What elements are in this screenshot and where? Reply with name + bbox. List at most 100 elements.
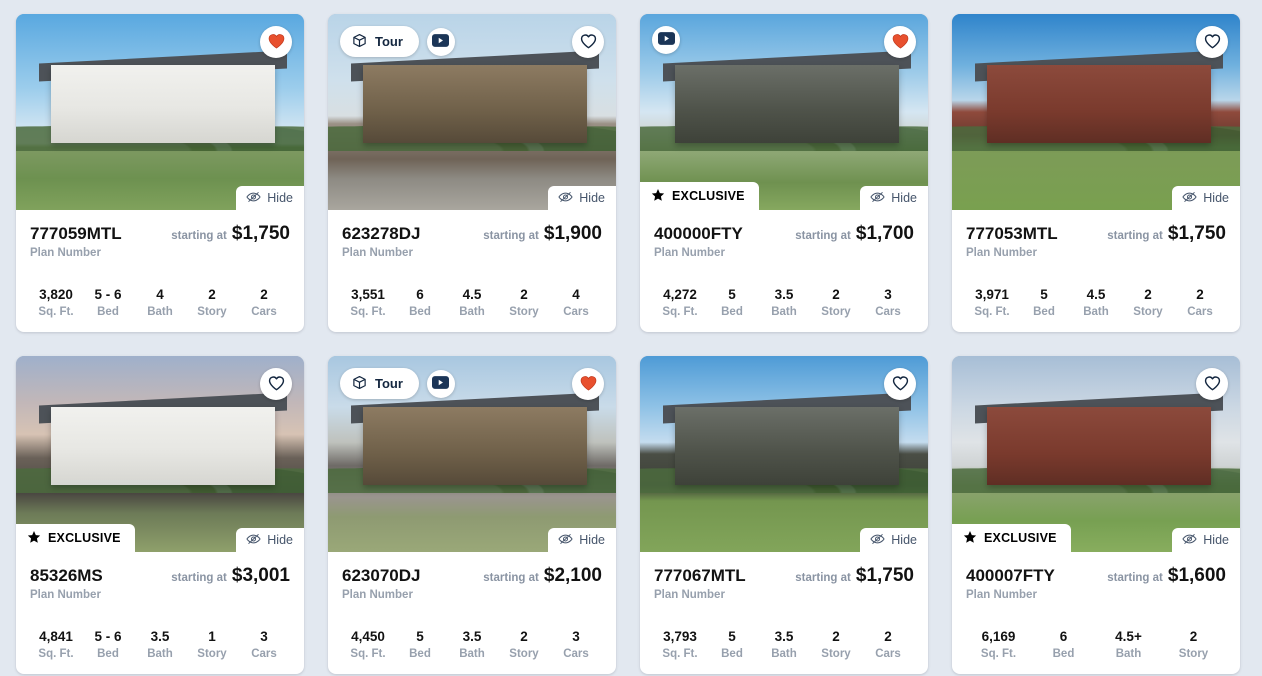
hide-button[interactable]: Hide xyxy=(548,185,616,210)
plan-stat: 2 Cars xyxy=(862,630,914,661)
star-icon xyxy=(651,188,665,205)
house-body-decoration xyxy=(674,64,900,144)
plan-stats-row: 3,551 Sq. Ft. 6 Bed 4.5 Bath 2 Story 4 Cars xyxy=(342,288,602,319)
plan-number[interactable]: 777067MTL xyxy=(654,566,746,586)
plan-number[interactable]: 85326MS xyxy=(30,566,103,586)
house-body-decoration xyxy=(50,406,276,486)
plan-stat: 2 Story xyxy=(186,288,238,319)
media-top-right-controls xyxy=(1196,26,1228,58)
plan-price: starting at $2,100 xyxy=(483,566,602,585)
plan-stat-label: Bath xyxy=(459,648,485,661)
favorite-button[interactable] xyxy=(260,368,292,400)
favorite-button-active[interactable] xyxy=(884,26,916,58)
hide-button[interactable]: Hide xyxy=(1172,185,1240,210)
plan-stat-label: Bed xyxy=(1052,648,1075,661)
plan-number[interactable]: 400000FTY xyxy=(654,224,743,244)
eye-slash-icon xyxy=(246,533,261,548)
video-play-icon xyxy=(657,32,675,48)
plan-stat-value: 4.5 xyxy=(462,286,482,302)
plan-stat: 3.5 Bath xyxy=(446,630,498,661)
favorite-button[interactable] xyxy=(1196,368,1228,400)
plan-photo[interactable]: Tour Hide xyxy=(328,356,616,552)
exclusive-badge: EXCLUSIVE xyxy=(16,523,135,552)
plan-stat-label: Bed xyxy=(409,648,431,661)
favorite-button[interactable] xyxy=(1196,26,1228,58)
house-body-decoration xyxy=(674,406,900,486)
plan-stat: 4,450 Sq. Ft. xyxy=(342,630,394,661)
video-button[interactable] xyxy=(426,27,455,56)
hide-button[interactable]: Hide xyxy=(548,527,616,552)
plan-stat: 5 - 6 Bed xyxy=(82,630,134,661)
price-value: $3,001 xyxy=(231,565,290,586)
favorite-button-active[interactable] xyxy=(260,26,292,58)
plan-photo[interactable]: Hide xyxy=(952,14,1240,210)
plan-number[interactable]: 623278DJ xyxy=(342,224,420,244)
plan-number[interactable]: 400007FTY xyxy=(966,566,1055,586)
plan-stat-value: 3,793 xyxy=(663,628,697,644)
plan-stat-label: Sq. Ft. xyxy=(38,648,74,661)
video-button[interactable] xyxy=(426,369,455,398)
plan-photo[interactable]: Hide xyxy=(640,356,928,552)
favorite-button-active[interactable] xyxy=(572,368,604,400)
plan-stat-label: Cars xyxy=(563,306,589,319)
house-body-decoration xyxy=(986,64,1212,144)
plan-card[interactable]: Hide 777059MTL starting at $1,750 Plan Numbe… xyxy=(16,14,304,332)
video-button[interactable] xyxy=(652,26,680,54)
plan-details: 777053MTL starting at $1,750 Plan Number 3,9… xyxy=(952,210,1240,332)
plan-header-row: 623278DJ starting at $1,900 xyxy=(342,224,602,244)
eye-slash-icon xyxy=(870,533,885,548)
plan-stat-value: 2 xyxy=(832,286,840,302)
plan-photo[interactable]: Hide xyxy=(16,14,304,210)
plan-results-grid: Hide 777059MTL starting at $1,750 Plan Numbe… xyxy=(0,0,1262,674)
media-top-right-controls xyxy=(1196,368,1228,400)
tour-button[interactable]: Tour xyxy=(340,26,419,57)
hide-button[interactable]: Hide xyxy=(860,527,928,552)
favorite-button[interactable] xyxy=(572,26,604,58)
plan-stat: 3 Cars xyxy=(550,630,602,661)
plan-stat-value: 6,169 xyxy=(981,628,1016,644)
price-value: $1,700 xyxy=(855,223,914,244)
plan-number[interactable]: 623070DJ xyxy=(342,566,420,586)
plan-header-row: 623070DJ starting at $2,100 xyxy=(342,566,602,586)
hide-button[interactable]: Hide xyxy=(236,527,304,552)
plan-stat: 3 Cars xyxy=(238,630,290,661)
plan-stat-value: 3.5 xyxy=(774,286,794,302)
tour-button[interactable]: Tour xyxy=(340,368,419,399)
plan-stat: 5 Bed xyxy=(1018,288,1070,319)
plan-card[interactable]: Hide 777067MTL starting at $1,750 Plan Numbe… xyxy=(640,356,928,674)
media-top-right-controls xyxy=(260,26,292,58)
hide-button[interactable]: Hide xyxy=(860,185,928,210)
heart-outline-icon xyxy=(1204,375,1221,394)
plan-stat-value: 4 xyxy=(572,286,580,302)
cube-3d-icon xyxy=(352,33,367,50)
plan-number[interactable]: 777059MTL xyxy=(30,224,122,244)
plan-photo[interactable]: EXCLUSIVE Hide xyxy=(952,356,1240,552)
plan-stat-label: Cars xyxy=(563,648,589,661)
hide-button[interactable]: Hide xyxy=(236,185,304,210)
plan-stat-value: 4.5 xyxy=(1086,286,1106,302)
plan-card[interactable]: Tour Hide 623278DJ starting at $1,900 Plan Nu… xyxy=(328,14,616,332)
plan-photo[interactable]: Tour Hide xyxy=(328,14,616,210)
plan-stat-label: Story xyxy=(197,306,227,319)
plan-stat-value: 2 xyxy=(260,286,268,302)
plan-number-caption: Plan Number xyxy=(654,247,725,260)
plan-stat: 3 Cars xyxy=(862,288,914,319)
favorite-button[interactable] xyxy=(884,368,916,400)
heart-outline-icon xyxy=(1204,33,1221,52)
plan-photo[interactable]: EXCLUSIVE Hide xyxy=(640,14,928,210)
plan-number[interactable]: 777053MTL xyxy=(966,224,1058,244)
plan-stat-label: Bath xyxy=(147,306,173,319)
plan-stat-label: Story xyxy=(197,648,227,661)
plan-stat-value: 3 xyxy=(884,286,892,302)
hide-button[interactable]: Hide xyxy=(1172,527,1240,552)
plan-photo[interactable]: EXCLUSIVE Hide xyxy=(16,356,304,552)
plan-stat-label: Bath xyxy=(771,306,797,319)
plan-card[interactable]: Tour Hide 623070DJ starting at $2,100 Plan Nu… xyxy=(328,356,616,674)
plan-details: 623278DJ starting at $1,900 Plan Number 3,55… xyxy=(328,210,616,332)
plan-card[interactable]: EXCLUSIVE Hide 85326MS starting at $3,001 Pla… xyxy=(16,356,304,674)
plan-card[interactable]: EXCLUSIVE Hide 400007FTY starting at $1,600 P… xyxy=(952,356,1240,674)
plan-stat-label: Cars xyxy=(251,648,277,661)
media-top-right-controls xyxy=(572,26,604,58)
plan-card[interactable]: Hide 777053MTL starting at $1,750 Plan Numbe… xyxy=(952,14,1240,332)
plan-card[interactable]: EXCLUSIVE Hide 400000FTY starting at $1,700 P… xyxy=(640,14,928,332)
